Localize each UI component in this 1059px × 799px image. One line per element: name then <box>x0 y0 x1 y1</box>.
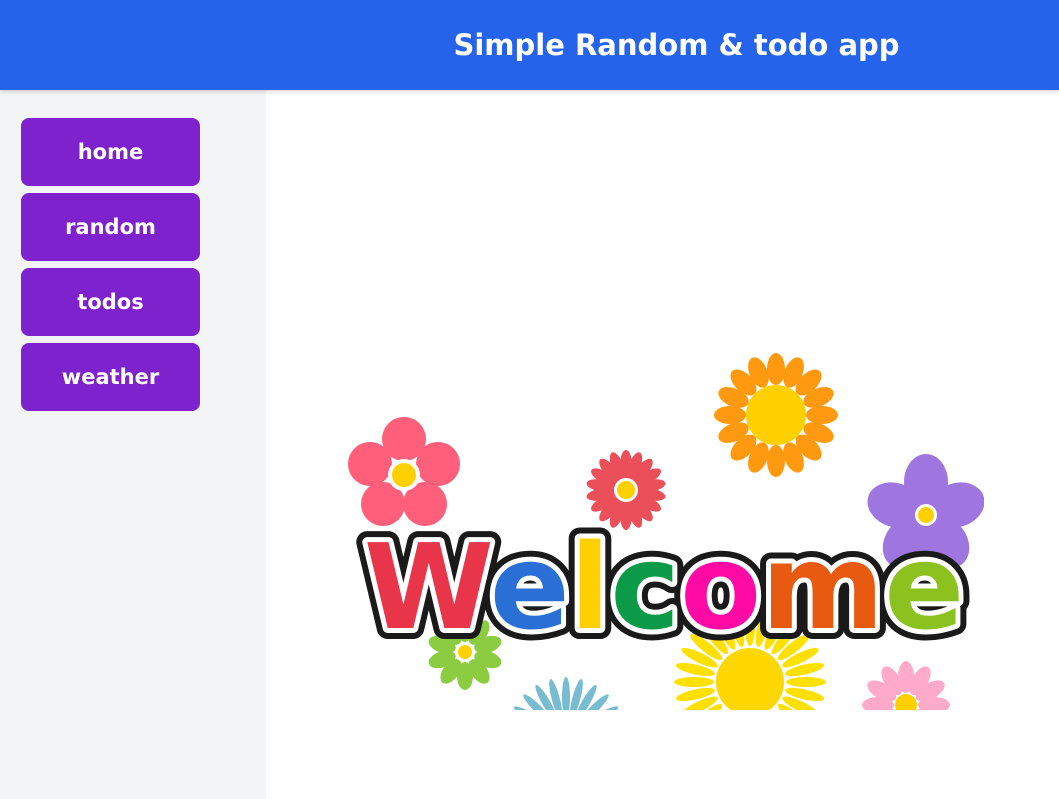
sidebar-item-random[interactable]: random <box>21 193 200 261</box>
pink-daisy-icon <box>862 661 950 710</box>
sidebar-item-home[interactable]: home <box>21 118 200 186</box>
welcome-text: Welcome Welcome Welcome <box>353 507 975 667</box>
sidebar-item-weather[interactable]: weather <box>21 343 200 411</box>
blue-daisy-icon <box>513 677 619 710</box>
welcome-letter: c <box>610 518 680 656</box>
welcome-letter: o <box>680 518 761 656</box>
welcome-letter: l <box>570 518 610 656</box>
svg-text:Welcome: Welcome <box>364 518 964 656</box>
welcome-letter: e <box>490 518 570 656</box>
welcome-image: Welcome Welcome Welcome <box>348 353 984 710</box>
welcome-letter: e <box>884 518 964 656</box>
main-content: Welcome Welcome Welcome <box>266 90 1059 799</box>
sidebar-item-todos[interactable]: todos <box>21 268 200 336</box>
app-title: Simple Random & todo app <box>453 28 900 62</box>
welcome-letter: W <box>364 518 491 656</box>
pink-flower-icon <box>348 417 460 526</box>
orange-sun-flower-icon <box>714 353 838 477</box>
sidebar: home random todos weather <box>0 90 266 799</box>
welcome-letter: m <box>761 518 884 656</box>
app-header: Simple Random & todo app <box>0 0 1059 90</box>
